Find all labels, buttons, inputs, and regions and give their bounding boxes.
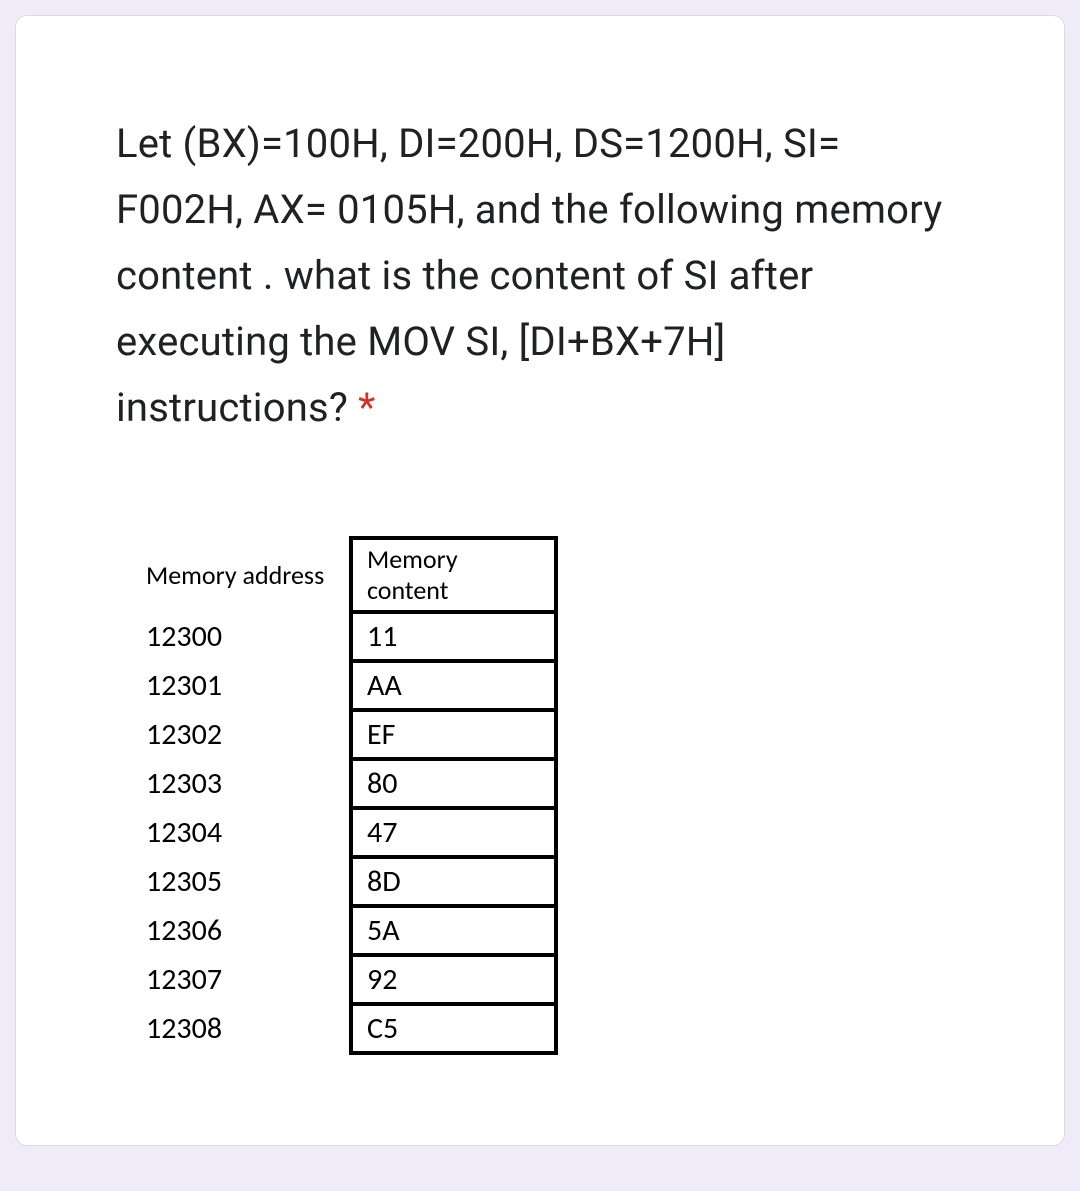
cell-address: 12306: [146, 906, 351, 955]
cell-address: 12302: [146, 710, 351, 759]
table-row: 12301 AA: [146, 661, 556, 710]
cell-address: 12301: [146, 661, 351, 710]
cell-content: AA: [351, 661, 556, 710]
cell-content: 8D: [351, 857, 556, 906]
cell-content: 11: [351, 612, 556, 661]
memory-table-wrapper: Memory address Memory content 12300 11 1…: [146, 536, 964, 1055]
cell-address: 12300: [146, 612, 351, 661]
table-row: 12306 5A: [146, 906, 556, 955]
cell-address: 12308: [146, 1004, 351, 1053]
table-row: 12305 8D: [146, 857, 556, 906]
question-text: Let (BX)=100H, DI=200H, DS=1200H, SI= F0…: [116, 111, 964, 441]
cell-address: 12303: [146, 759, 351, 808]
cell-address: 12305: [146, 857, 351, 906]
cell-content: EF: [351, 710, 556, 759]
cell-content: 80: [351, 759, 556, 808]
cell-address: 12304: [146, 808, 351, 857]
table-row: 12303 80: [146, 759, 556, 808]
table-row: 12300 11: [146, 612, 556, 661]
cell-content: 5A: [351, 906, 556, 955]
cell-address: 12307: [146, 955, 351, 1004]
memory-table: Memory address Memory content 12300 11 1…: [146, 536, 558, 1055]
table-row: 12304 47: [146, 808, 556, 857]
table-header-row: Memory address Memory content: [146, 538, 556, 612]
header-content: Memory content: [351, 538, 556, 612]
cell-content: C5: [351, 1004, 556, 1053]
required-asterisk: *: [358, 384, 375, 431]
table-row: 12307 92: [146, 955, 556, 1004]
cell-content: 92: [351, 955, 556, 1004]
question-body: Let (BX)=100H, DI=200H, DS=1200H, SI= F0…: [116, 120, 942, 431]
cell-content: 47: [351, 808, 556, 857]
table-row: 12302 EF: [146, 710, 556, 759]
question-card: Let (BX)=100H, DI=200H, DS=1200H, SI= F0…: [15, 15, 1065, 1146]
header-address: Memory address: [146, 538, 351, 612]
table-row: 12308 C5: [146, 1004, 556, 1053]
